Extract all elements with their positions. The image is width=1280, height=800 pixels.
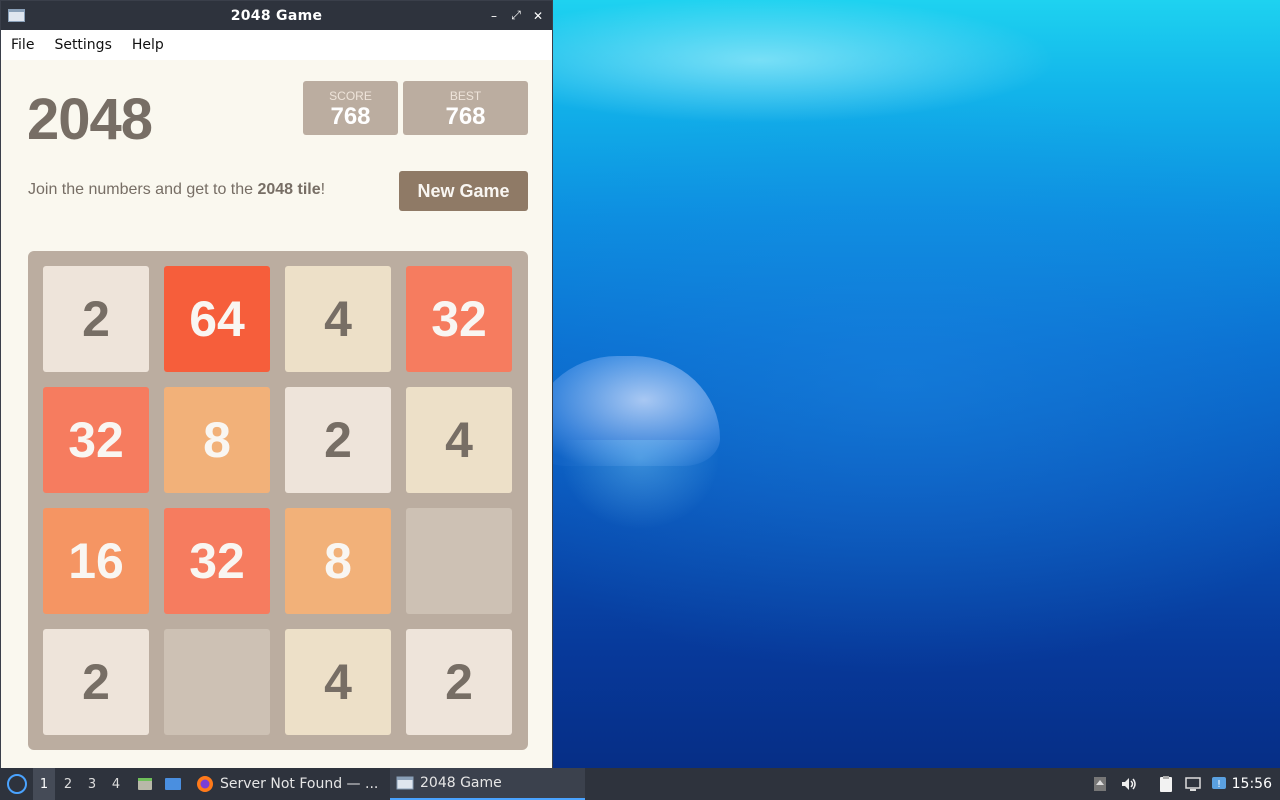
tray-panel-toggle[interactable]: [1090, 768, 1110, 800]
panel-up-icon: [1094, 777, 1106, 791]
task-firefox-label: Server Not Found — ...: [220, 776, 379, 792]
clock[interactable]: 15:56: [1232, 768, 1272, 800]
workspace-2[interactable]: 2: [57, 768, 79, 800]
score-box: SCORE 768: [303, 81, 398, 135]
tile: 2: [43, 629, 149, 735]
start-menu-button[interactable]: [4, 768, 30, 800]
new-game-button[interactable]: New Game: [399, 171, 528, 211]
clipboard-tray[interactable]: [1155, 768, 1177, 800]
tile: 16: [43, 508, 149, 614]
tile: 4: [406, 387, 512, 493]
network-tray[interactable]: [1182, 768, 1204, 800]
tile: 2: [406, 629, 512, 735]
menu-help[interactable]: Help: [132, 37, 174, 53]
tile: 2: [43, 266, 149, 372]
tile: 8: [285, 508, 391, 614]
tile: 64: [164, 266, 270, 372]
empty-cell: [164, 629, 270, 735]
tile: 32: [43, 387, 149, 493]
app-window-icon: [8, 9, 25, 22]
workspace-4[interactable]: 4: [105, 768, 127, 800]
tile: 8: [164, 387, 270, 493]
firefox-icon: [197, 776, 213, 792]
volume-control[interactable]: [1118, 768, 1140, 800]
show-desktop-icon: [165, 778, 181, 790]
intro-prefix: Join the numbers and get to the: [28, 181, 258, 198]
maximize-icon[interactable]: ⤢: [508, 8, 524, 24]
workspace-3[interactable]: 3: [81, 768, 103, 800]
best-label: BEST: [449, 89, 482, 103]
window-title: 2048 Game: [230, 7, 323, 24]
score-label: SCORE: [329, 89, 372, 103]
desktop-launcher[interactable]: [162, 768, 184, 800]
tile: 4: [285, 266, 391, 372]
lxqt-logo-icon: [7, 774, 27, 794]
game-board[interactable]: 2 64 4 32 32 8 2 4 16 32 8 2 4 2: [28, 251, 528, 750]
intro-suffix: !: [320, 181, 326, 198]
score-value: 768: [330, 103, 371, 130]
notification-icon: !: [1212, 777, 1226, 790]
menu-file[interactable]: File: [11, 37, 44, 53]
task-2048[interactable]: 2048 Game: [390, 768, 585, 800]
best-value: 768: [445, 103, 486, 130]
close-icon[interactable]: ✕: [530, 8, 546, 24]
notification-tray[interactable]: !: [1208, 768, 1230, 800]
tile: 32: [406, 266, 512, 372]
window-icon: [396, 776, 414, 790]
intro-text: Join the numbers and get to the 2048 til…: [28, 181, 325, 199]
intro-bold: 2048 tile: [257, 181, 321, 198]
minimize-icon[interactable]: –: [486, 8, 502, 24]
jellyfish-tentacles: [560, 440, 720, 530]
empty-cell: [406, 508, 512, 614]
workspace-1[interactable]: 1: [33, 768, 55, 800]
game-area: 2048 SCORE 768 BEST 768 Join the numbers…: [1, 60, 552, 768]
clipboard-icon: [1160, 776, 1172, 792]
tile: 4: [285, 629, 391, 735]
taskbar: 1 2 3 4 Server Not Found — ... 2048 Game…: [0, 768, 1280, 800]
task-2048-label: 2048 Game: [420, 775, 502, 791]
menubar: File Settings Help: [1, 30, 552, 60]
game-title: 2048: [27, 87, 153, 152]
file-manager-launcher[interactable]: [134, 768, 156, 800]
task-firefox[interactable]: Server Not Found — ...: [190, 768, 386, 800]
game-window: 2048 Game – ⤢ ✕ File Settings Help 2048 …: [0, 0, 553, 768]
menu-settings[interactable]: Settings: [54, 37, 121, 53]
volume-icon: [1122, 778, 1136, 790]
best-score-box: BEST 768: [403, 81, 528, 135]
svg-text:!: !: [1217, 779, 1221, 790]
window-titlebar[interactable]: 2048 Game – ⤢ ✕: [1, 1, 552, 30]
file-manager-icon: [138, 778, 152, 790]
tile: 32: [164, 508, 270, 614]
tile: 2: [285, 387, 391, 493]
network-icon: [1185, 777, 1201, 791]
